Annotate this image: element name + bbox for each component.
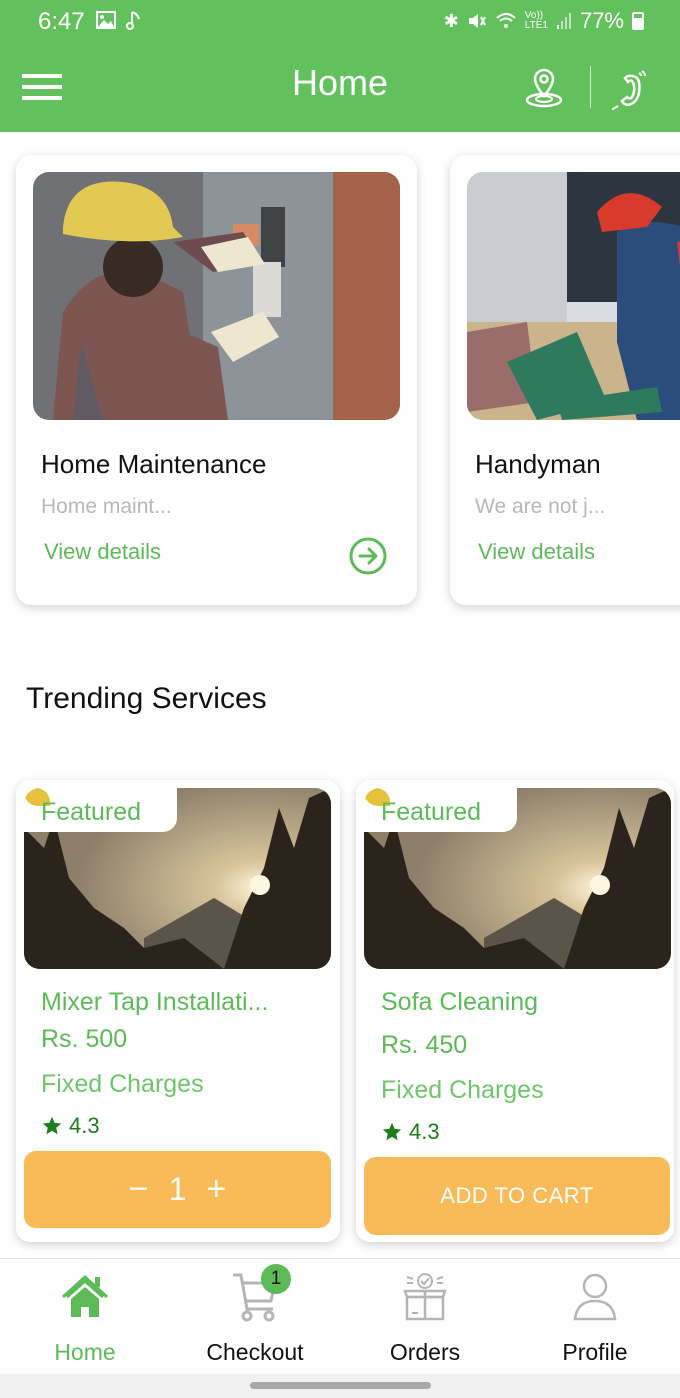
quantity-value: 1 xyxy=(168,1171,187,1207)
service-card[interactable]: Featured Mixer Tap Installati... Rs. 500… xyxy=(16,780,340,1242)
category-title: Home Maintenance xyxy=(41,449,267,479)
service-rating: 4.3 xyxy=(41,1113,100,1139)
battery-icon xyxy=(632,12,644,30)
status-bar: 6:47 ✱ Vo)) LTE1 77% xyxy=(0,0,680,44)
nav-label: Checkout xyxy=(206,1339,304,1365)
home-gesture-handle[interactable] xyxy=(250,1382,431,1389)
signal-icon xyxy=(556,13,571,29)
page-title: Home xyxy=(291,62,389,103)
hamburger-menu-icon[interactable] xyxy=(22,74,62,102)
service-price: Rs. 500 xyxy=(41,1025,128,1053)
rating-value: 4.3 xyxy=(409,1119,440,1144)
category-card[interactable]: Home Maintenance Home maint... View deta… xyxy=(16,155,417,605)
cart-count-badge: 1 xyxy=(261,1264,291,1294)
home-icon xyxy=(61,1274,109,1317)
nav-label: Home xyxy=(54,1339,116,1365)
system-nav-bar xyxy=(0,1374,680,1398)
quantity-stepper: − 1 + xyxy=(24,1151,331,1228)
phone-call-icon[interactable] xyxy=(604,62,656,114)
decrease-quantity-button[interactable]: − xyxy=(129,1170,149,1209)
mute-icon xyxy=(468,14,486,28)
rating-value: 4.3 xyxy=(69,1113,100,1138)
app-bar-divider xyxy=(590,66,591,108)
nav-item-profile[interactable]: Profile xyxy=(510,1259,680,1375)
volte-lte-icon: Vo)) LTE1 xyxy=(524,10,548,31)
bluetooth-icon: ✱ xyxy=(443,10,459,31)
profile-icon xyxy=(573,1273,617,1321)
status-left-icons xyxy=(96,10,142,30)
service-price: Rs. 450 xyxy=(381,1031,468,1059)
featured-badge: Featured xyxy=(364,788,517,832)
star-icon xyxy=(382,1122,402,1141)
service-rating: 4.3 xyxy=(381,1119,440,1145)
music-note-icon xyxy=(126,11,140,30)
battery-percent: 77% xyxy=(579,8,624,33)
nav-label: Orders xyxy=(389,1339,461,1365)
service-name: Mixer Tap Installati... xyxy=(41,988,269,1016)
service-card[interactable]: Featured Sofa Cleaning Rs. 450 Fixed Cha… xyxy=(356,780,674,1242)
service-charge-type: Fixed Charges xyxy=(41,1070,204,1098)
category-card[interactable]: Handyman We are not j... View details xyxy=(450,155,680,605)
gallery-icon xyxy=(96,11,116,29)
category-image-handyman xyxy=(467,172,680,420)
featured-badge: Featured xyxy=(24,788,177,832)
view-details-link[interactable]: View details xyxy=(44,539,161,565)
increase-quantity-button[interactable]: + xyxy=(206,1170,226,1209)
category-image-electrician xyxy=(33,172,400,420)
star-icon xyxy=(42,1116,62,1135)
status-right: ✱ Vo)) LTE1 77% xyxy=(444,8,644,34)
category-description: We are not j... xyxy=(475,495,606,518)
bottom-nav: Home Checkout Orders Profile xyxy=(0,1258,680,1374)
status-time: 6:47 xyxy=(38,8,85,35)
featured-badge-label: Featured xyxy=(381,798,482,826)
featured-badge-label: Featured xyxy=(41,798,142,826)
service-name: Sofa Cleaning xyxy=(381,988,539,1016)
add-to-cart-button[interactable]: ADD TO CART xyxy=(364,1157,670,1235)
nav-item-home[interactable]: Home xyxy=(0,1259,170,1375)
location-pin-icon[interactable] xyxy=(520,64,568,112)
arrow-right-circle-icon[interactable] xyxy=(348,536,388,576)
top-bar: 6:47 ✱ Vo)) LTE1 77% Home xyxy=(0,0,680,132)
nav-item-orders[interactable]: Orders xyxy=(340,1259,510,1375)
nav-item-checkout[interactable]: Checkout xyxy=(170,1259,340,1375)
category-title: Handyman xyxy=(475,449,601,479)
section-title-trending: Trending Services xyxy=(26,682,267,715)
wifi-icon xyxy=(496,13,516,28)
service-charge-type: Fixed Charges xyxy=(381,1076,544,1104)
category-description: Home maint... xyxy=(41,495,172,518)
view-details-link[interactable]: View details xyxy=(478,539,595,565)
service-image: Featured xyxy=(364,788,671,969)
nav-label: Profile xyxy=(562,1339,628,1365)
app-bar: Home xyxy=(0,44,680,132)
orders-box-icon xyxy=(403,1273,447,1321)
service-image: Featured xyxy=(24,788,331,969)
